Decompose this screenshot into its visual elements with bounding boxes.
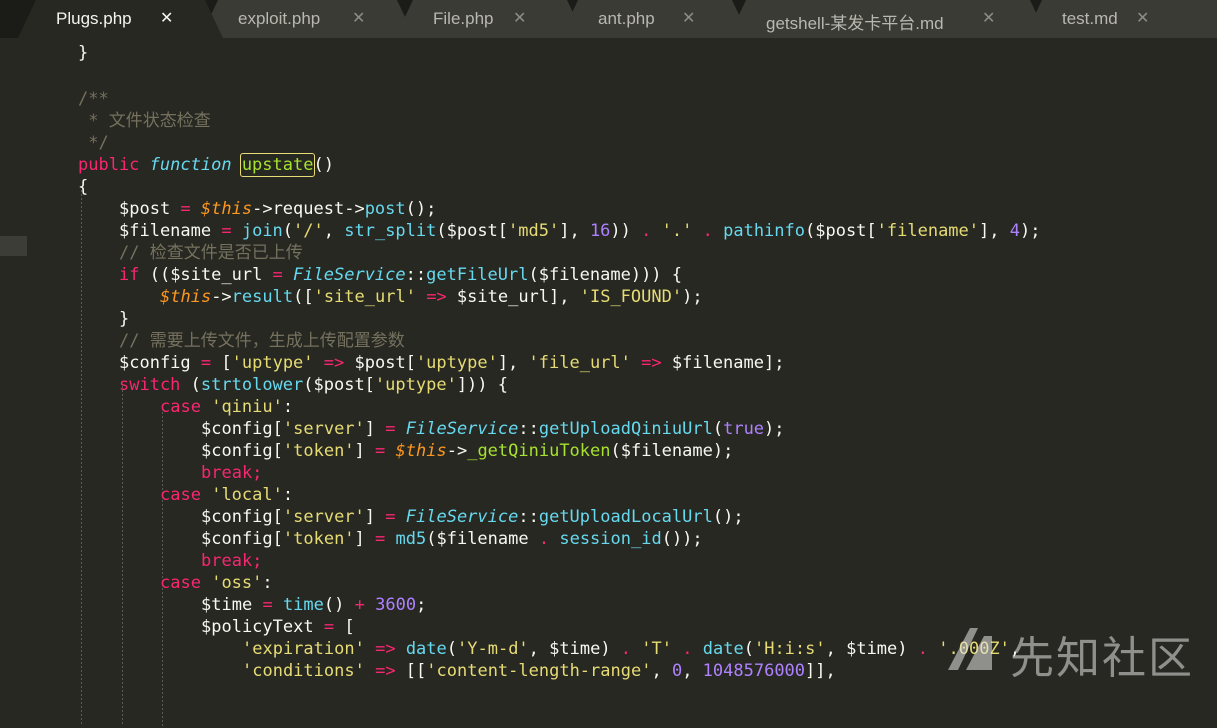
code-line: * 文件状态检查 xyxy=(78,111,211,131)
tab-file-php[interactable]: File.php ✕ xyxy=(395,0,585,38)
code-line: } xyxy=(78,43,89,63)
code-line: $time = time() + 3600; xyxy=(201,595,427,615)
close-icon[interactable]: ✕ xyxy=(352,8,365,27)
indent-guide xyxy=(162,408,163,728)
code-line: $policyText = [ xyxy=(201,617,355,637)
tab-getshell-md[interactable]: getshell-某发卡平台.md ✕ xyxy=(728,0,1048,38)
tab-bar: test.md ✕ getshell-某发卡平台.md ✕ ant.php ✕ … xyxy=(0,0,1217,38)
close-icon[interactable]: ✕ xyxy=(1136,8,1149,27)
code-editor[interactable]: } /** * 文件状态检查 */ public function upstat… xyxy=(78,38,1217,728)
line-gutter xyxy=(0,38,60,686)
code-line: if (($site_url = FileService::getFileUrl… xyxy=(119,265,683,285)
indent-guide xyxy=(122,386,123,726)
code-line: $config['server'] = FileService::getUplo… xyxy=(201,419,785,439)
code-line: // 检查文件是否已上传 xyxy=(119,243,303,263)
tab-label: ant.php xyxy=(598,9,655,28)
code-line: } xyxy=(119,309,130,329)
watermark-text: 先知社区 xyxy=(1010,633,1194,684)
close-icon[interactable]: ✕ xyxy=(160,8,173,27)
close-icon[interactable]: ✕ xyxy=(513,8,526,27)
code-line: case 'local': xyxy=(160,485,294,505)
code-line: switch (strtolower($post['uptype'])) { xyxy=(119,375,508,395)
code-line: /** xyxy=(78,89,109,109)
tab-test-md[interactable]: test.md ✕ xyxy=(1024,0,1184,38)
code-line: $post = $this->request->post(); xyxy=(119,199,437,219)
close-icon[interactable]: ✕ xyxy=(982,8,995,27)
code-line: break; xyxy=(201,463,263,483)
tab-label: getshell-某发卡平台.md xyxy=(766,14,944,33)
code-line: 'conditions' => [['content-length-range'… xyxy=(242,661,836,681)
code-line: 'expiration' => date('Y-m-d', $time) . '… xyxy=(242,639,1021,659)
tab-ant-php[interactable]: ant.php ✕ xyxy=(560,0,750,38)
code-line: // 需要上传文件，生成上传配置参数 xyxy=(119,331,405,351)
code-line: { xyxy=(78,177,89,197)
tab-exploit-php[interactable]: exploit.php ✕ xyxy=(200,0,415,38)
code-line: case 'oss': xyxy=(160,573,273,593)
code-line: $config['server'] = FileService::getUplo… xyxy=(201,507,744,527)
code-line: $config['token'] = $this->_getQiniuToken… xyxy=(201,441,734,461)
code-line: $config = ['uptype' => $post['uptype'], … xyxy=(119,353,785,373)
code-line: */ xyxy=(78,133,109,153)
tab-label: test.md xyxy=(1062,9,1118,28)
xianzhi-logo-icon xyxy=(948,628,992,670)
code-line: $this->result(['site_url' => $site_url],… xyxy=(160,287,703,307)
tab-label: File.php xyxy=(433,9,494,28)
code-line: break; xyxy=(201,551,263,571)
code-line: case 'qiniu': xyxy=(160,397,294,417)
tab-label: exploit.php xyxy=(238,9,321,28)
code-line: $config['token'] = md5($filename . sessi… xyxy=(201,529,703,549)
tab-plugs-php[interactable]: Plugs.php ✕ xyxy=(18,0,223,38)
current-line-marker xyxy=(0,236,27,256)
close-icon[interactable]: ✕ xyxy=(682,8,695,27)
tab-label: Plugs.php xyxy=(56,9,132,28)
indent-guide xyxy=(81,186,82,726)
bracket-match-highlight xyxy=(239,153,316,177)
code-line: $filename = join('/', str_split($post['m… xyxy=(119,221,1041,241)
